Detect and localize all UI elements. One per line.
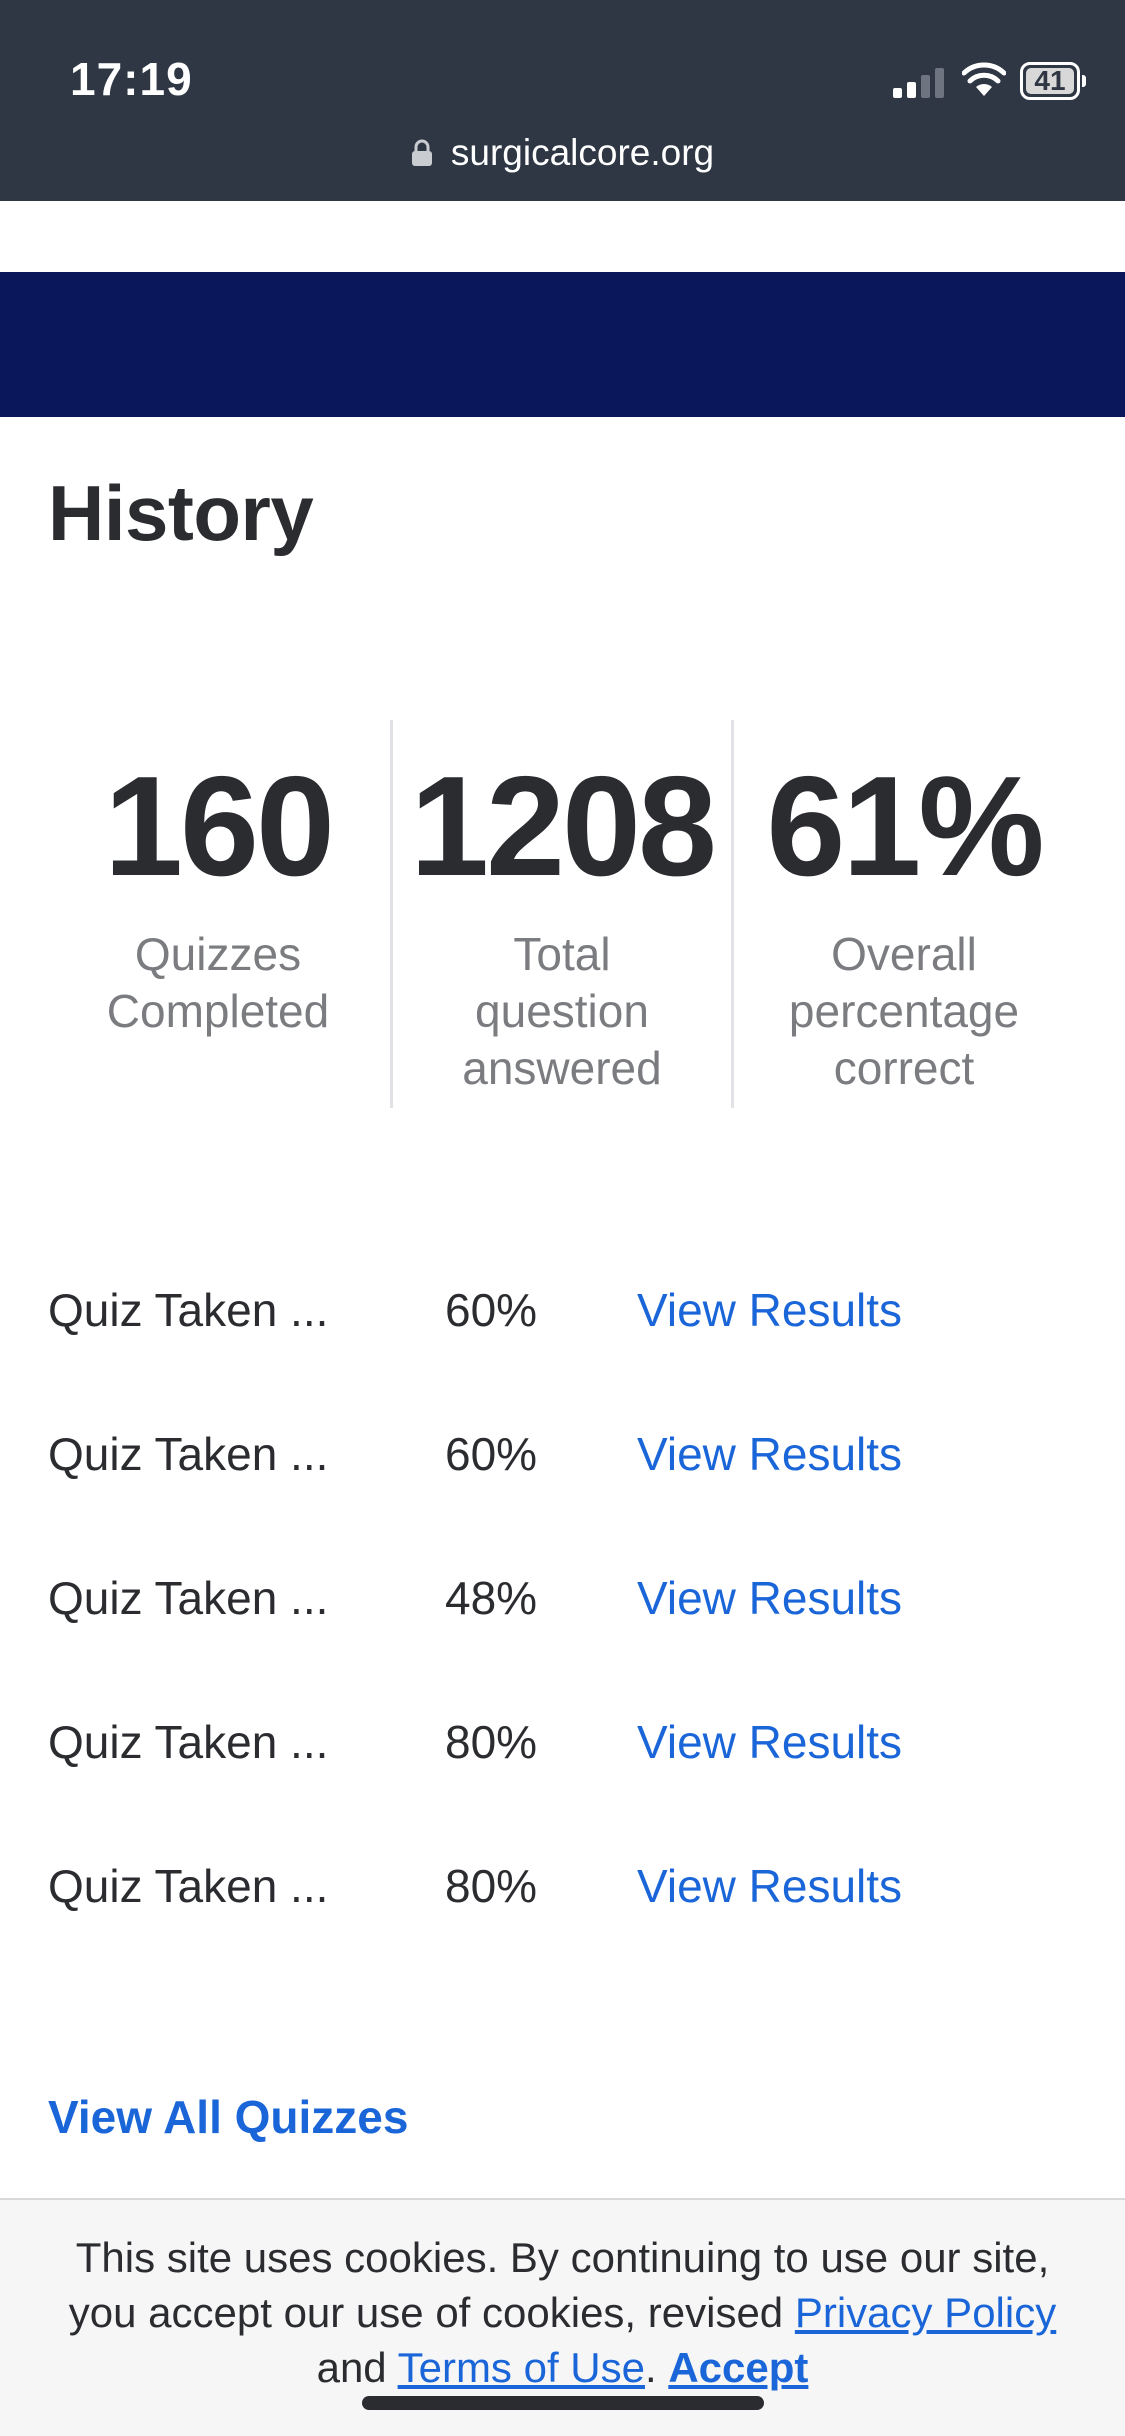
quiz-score: 48%: [445, 1572, 538, 1624]
terms-of-use-link[interactable]: Terms of Use: [398, 2344, 645, 2391]
quiz-name: Quiz Taken ...: [48, 1716, 329, 1768]
cookie-message: This site uses cookies. By continuing to…: [68, 2234, 1057, 2391]
stat-value: 160: [104, 747, 335, 906]
quiz-name: Quiz Taken ...: [48, 1428, 329, 1480]
quiz-score: 60%: [445, 1284, 538, 1336]
page-title: History: [48, 469, 314, 557]
quiz-score: 80%: [445, 1716, 538, 1768]
stat-value: 1208: [410, 747, 717, 906]
address-bar[interactable]: surgicalcore.org: [0, 132, 1125, 174]
battery-icon: 41: [1020, 62, 1086, 100]
quiz-row: Quiz Taken ... 80% View Results: [0, 1702, 1125, 1782]
site-header-banner: [0, 272, 1125, 417]
stat-quizzes-completed: 160 Quizzes Completed: [48, 752, 388, 1040]
stat-overall-percentage: 61% Overall percentage correct: [734, 752, 1074, 1097]
view-results-link[interactable]: View Results: [637, 1270, 902, 1350]
stat-label: Quizzes Completed: [106, 928, 330, 1037]
quiz-name: Quiz Taken ...: [48, 1284, 329, 1336]
battery-level: 41: [1034, 65, 1066, 96]
quiz-score: 60%: [445, 1428, 538, 1480]
stat-label: Overall percentage correct: [788, 928, 1020, 1094]
browser-top-bar: 17:19 41 surgicalcore.org: [0, 0, 1125, 201]
quiz-name: Quiz Taken ...: [48, 1572, 329, 1624]
view-results-link[interactable]: View Results: [637, 1558, 902, 1638]
view-results-link[interactable]: View Results: [637, 1846, 902, 1926]
lock-icon: [411, 139, 432, 166]
status-time: 17:19: [70, 53, 193, 105]
quiz-row: Quiz Taken ... 80% View Results: [0, 1846, 1125, 1926]
view-all-quizzes-link[interactable]: View All Quizzes: [48, 2090, 408, 2144]
quiz-name: Quiz Taken ...: [48, 1860, 329, 1912]
stat-value: 61%: [766, 747, 1044, 906]
view-results-link[interactable]: View Results: [637, 1702, 902, 1782]
quiz-row: Quiz Taken ... 48% View Results: [0, 1558, 1125, 1638]
privacy-policy-link[interactable]: Privacy Policy: [795, 2289, 1056, 2336]
url-text: surgicalcore.org: [450, 132, 715, 173]
wifi-icon: [962, 62, 1006, 96]
quiz-score: 80%: [445, 1860, 538, 1912]
quiz-row: Quiz Taken ... 60% View Results: [0, 1270, 1125, 1350]
stat-label: Total question answered: [462, 928, 662, 1094]
quiz-row: Quiz Taken ... 60% View Results: [0, 1414, 1125, 1494]
stat-total-questions: 1208 Total question answered: [393, 752, 731, 1097]
home-indicator[interactable]: [362, 2396, 764, 2410]
accept-cookies-button[interactable]: Accept: [668, 2344, 808, 2391]
view-results-link[interactable]: View Results: [637, 1414, 902, 1494]
signal-icon: [893, 66, 945, 98]
